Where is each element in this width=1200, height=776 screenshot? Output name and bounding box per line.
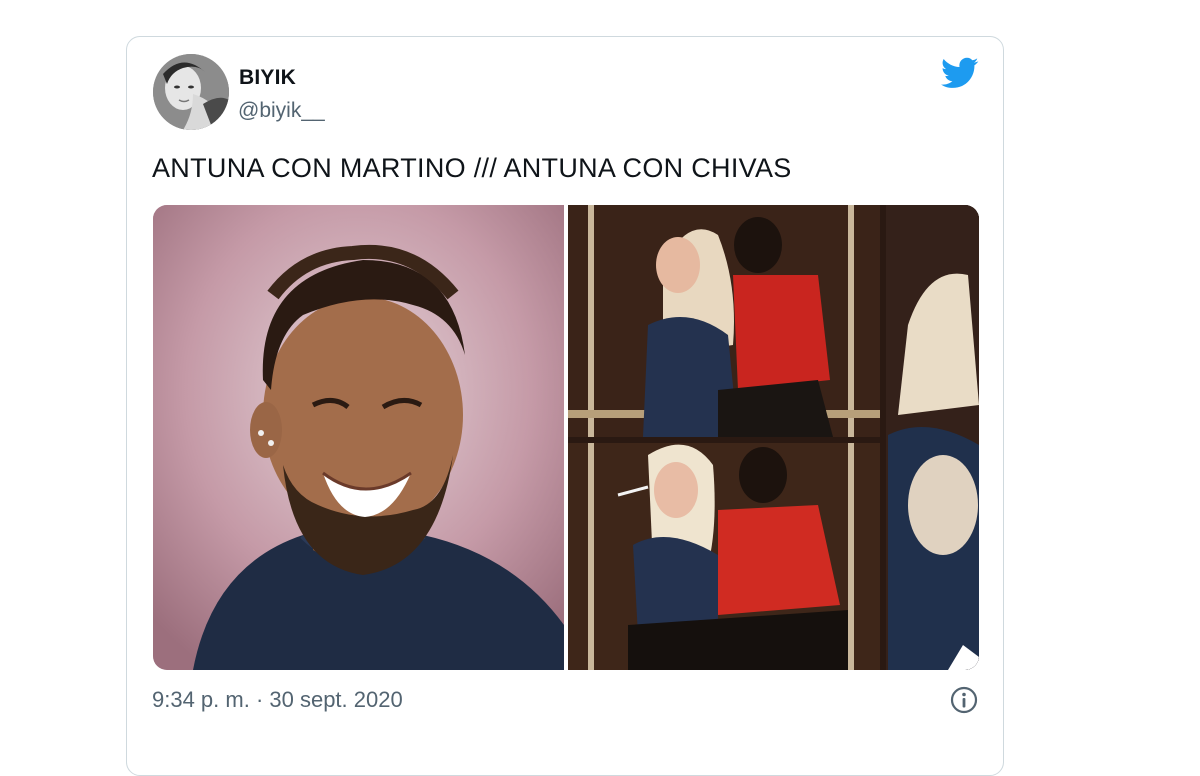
media-photo-collage[interactable] (568, 205, 979, 670)
info-icon[interactable] (949, 685, 979, 715)
tweet-card[interactable]: BIYIK @biyik__ ANTUNA CON MARTINO /// AN… (126, 36, 1004, 776)
user-handle[interactable]: @biyik__ (238, 99, 325, 123)
avatar[interactable] (153, 54, 229, 130)
media-photo-portrait[interactable] (153, 205, 564, 670)
display-name[interactable]: BIYIK (239, 66, 296, 90)
tweet-text: ANTUNA CON MARTINO /// ANTUNA CON CHIVAS (152, 153, 792, 183)
tweet-timestamp[interactable]: 9:34 p. m. · 30 sept. 2020 (152, 687, 403, 713)
twitter-bird-icon[interactable] (941, 57, 979, 91)
tweet-media[interactable] (153, 205, 979, 670)
